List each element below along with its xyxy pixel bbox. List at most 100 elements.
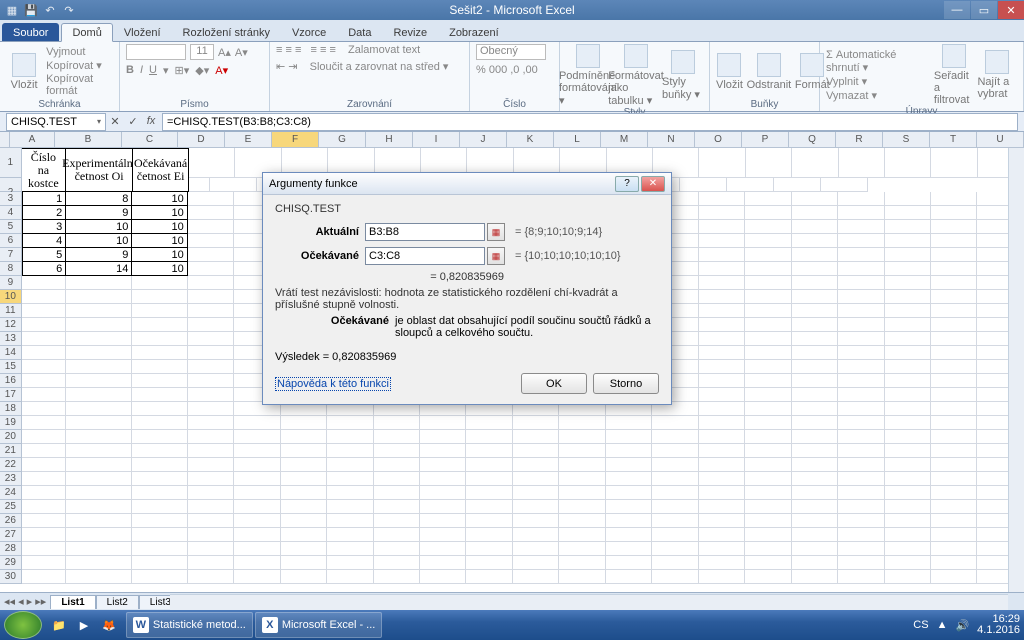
cell[interactable]	[792, 346, 838, 360]
cell[interactable]	[885, 234, 931, 248]
cell[interactable]	[188, 486, 234, 500]
cell[interactable]	[132, 542, 187, 556]
cell[interactable]	[281, 570, 327, 584]
cell[interactable]	[885, 360, 931, 374]
cell[interactable]	[931, 290, 977, 304]
cell[interactable]	[792, 444, 838, 458]
cell[interactable]	[188, 206, 234, 220]
cell[interactable]	[188, 318, 234, 332]
cell[interactable]	[699, 248, 745, 262]
cell[interactable]	[22, 472, 66, 486]
cell[interactable]	[22, 556, 66, 570]
cell[interactable]	[885, 276, 931, 290]
cell[interactable]	[931, 556, 977, 570]
tab-rozložení stránky[interactable]: Rozložení stránky	[172, 23, 281, 41]
cell[interactable]	[606, 472, 652, 486]
cell[interactable]	[745, 444, 791, 458]
cell[interactable]	[466, 500, 512, 514]
cell[interactable]	[66, 430, 132, 444]
cell[interactable]	[652, 472, 698, 486]
column-header[interactable]: E	[225, 132, 272, 147]
cell[interactable]	[699, 290, 745, 304]
cell[interactable]	[745, 248, 791, 262]
cell[interactable]	[931, 148, 977, 178]
row-header[interactable]: 21	[0, 444, 22, 458]
cell[interactable]	[931, 318, 977, 332]
column-header[interactable]: D	[178, 132, 225, 147]
cell[interactable]	[838, 486, 884, 500]
cell[interactable]	[792, 304, 838, 318]
cell[interactable]	[132, 486, 187, 500]
cell[interactable]	[792, 276, 838, 290]
cell[interactable]	[513, 514, 559, 528]
cell[interactable]	[885, 262, 931, 276]
cell[interactable]	[931, 248, 977, 262]
cell[interactable]	[234, 556, 280, 570]
cell[interactable]	[931, 192, 977, 206]
column-header[interactable]: O	[695, 132, 742, 147]
undo-icon[interactable]: ↶	[42, 2, 58, 18]
cell[interactable]: 10	[132, 234, 187, 248]
cell[interactable]	[931, 304, 977, 318]
cell[interactable]	[327, 486, 373, 500]
dialog-help-button[interactable]: ?	[615, 176, 639, 192]
cell[interactable]	[792, 388, 838, 402]
cell[interactable]	[234, 430, 280, 444]
dialog-help-link[interactable]: Nápověda k této funkci	[275, 377, 391, 391]
cell[interactable]	[931, 570, 977, 584]
cell[interactable]	[327, 430, 373, 444]
cell[interactable]	[699, 262, 745, 276]
cell[interactable]	[885, 500, 931, 514]
cell[interactable]	[132, 528, 187, 542]
cell[interactable]	[838, 318, 884, 332]
cell[interactable]	[838, 360, 884, 374]
cell[interactable]	[327, 570, 373, 584]
cell[interactable]	[745, 318, 791, 332]
cell[interactable]	[792, 416, 838, 430]
cell[interactable]	[281, 556, 327, 570]
cell[interactable]	[792, 234, 838, 248]
cell[interactable]	[699, 332, 745, 346]
cell[interactable]	[774, 178, 821, 192]
cell[interactable]	[792, 290, 838, 304]
cell[interactable]	[66, 542, 132, 556]
column-header[interactable]: T	[930, 132, 977, 147]
cell[interactable]	[281, 416, 327, 430]
save-icon[interactable]: 💾	[23, 2, 39, 18]
cell[interactable]	[420, 514, 466, 528]
cell[interactable]	[745, 374, 791, 388]
cell[interactable]	[22, 318, 66, 332]
cell[interactable]	[281, 444, 327, 458]
cell[interactable]	[885, 402, 931, 416]
cell[interactable]: 10	[132, 262, 187, 276]
cell[interactable]	[559, 430, 605, 444]
cell[interactable]	[606, 528, 652, 542]
cell[interactable]	[374, 458, 420, 472]
cell[interactable]	[699, 346, 745, 360]
tab-file[interactable]: Soubor	[2, 23, 59, 41]
cell[interactable]	[838, 192, 884, 206]
row-header[interactable]: 16	[0, 374, 22, 388]
clock[interactable]: 16:294.1.2016	[977, 614, 1020, 636]
cell[interactable]	[745, 514, 791, 528]
cell[interactable]	[838, 332, 884, 346]
maximize-button[interactable]: ▭	[971, 1, 997, 19]
cell[interactable]: 10	[132, 220, 187, 234]
cell[interactable]	[374, 430, 420, 444]
cell[interactable]	[188, 458, 234, 472]
cell[interactable]	[210, 178, 257, 192]
cell[interactable]	[559, 472, 605, 486]
row-header[interactable]: 22	[0, 458, 22, 472]
cell[interactable]	[22, 360, 66, 374]
fx-icon[interactable]: fx	[144, 115, 158, 128]
cell[interactable]	[699, 318, 745, 332]
cell[interactable]	[188, 304, 234, 318]
cell[interactable]	[66, 528, 132, 542]
cell[interactable]	[188, 290, 234, 304]
cell[interactable]	[327, 444, 373, 458]
cell[interactable]	[885, 528, 931, 542]
tab-vzorce[interactable]: Vzorce	[281, 23, 337, 41]
cell[interactable]	[22, 332, 66, 346]
format-painter-button[interactable]: Kopírovat formát	[46, 73, 113, 97]
cell[interactable]	[885, 472, 931, 486]
